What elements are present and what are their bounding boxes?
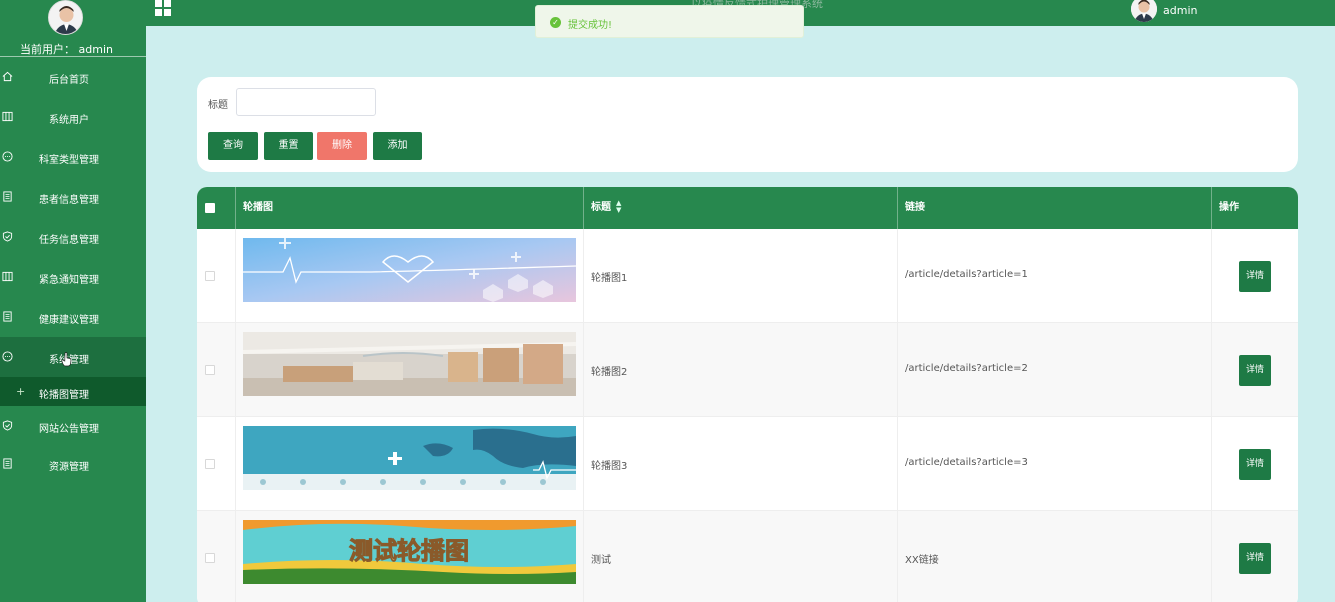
sidebar-item-label: 网站公告管理: [39, 424, 99, 435]
reset-button[interactable]: 重置: [264, 132, 313, 160]
table-row: 轮播图1 /article/details?article=1 详情: [197, 229, 1298, 323]
checkbox-cell: [197, 323, 236, 417]
row-checkbox[interactable]: [205, 553, 215, 563]
image-cell: 测试轮播图: [236, 511, 584, 602]
row-title: 轮播图2: [591, 367, 628, 378]
sidebar-item-system-management[interactable]: 系统管理: [0, 337, 146, 377]
title-cell: 轮播图1: [584, 229, 898, 323]
banner-test-text: 测试轮播图: [349, 537, 469, 565]
row-title: 测试: [591, 555, 611, 566]
link-cell: XX链接: [898, 511, 1212, 602]
sidebar-item-label: 患者信息管理: [39, 195, 99, 206]
carousel-image-test: 测试轮播图: [243, 520, 576, 584]
sidebar-item-emergency-notice[interactable]: 紧急通知管理: [0, 257, 146, 297]
sidebar-user-box: 当前用户： admin: [0, 0, 146, 57]
sidebar-item-task-info[interactable]: 任务信息管理: [0, 217, 146, 257]
detail-button[interactable]: 详情: [1239, 261, 1271, 292]
sidebar-item-label: 资源管理: [49, 462, 89, 473]
detail-button[interactable]: 详情: [1239, 543, 1271, 574]
sidebar-subitem-carousel[interactable]: + 轮播图管理: [0, 377, 146, 406]
table-header: 轮播图 标题 ▲ ▼ 链接 操作: [197, 187, 1298, 229]
sidebar-item-site-notice[interactable]: 网站公告管理: [0, 406, 146, 444]
checkbox-cell: [197, 511, 236, 602]
checkbox-cell: [197, 229, 236, 323]
carousel-image-world-map: [243, 426, 576, 490]
row-link: /article/details?article=2: [905, 363, 1028, 374]
title-cell: 轮播图2: [584, 323, 898, 417]
current-user-label: 当前用户： admin: [20, 43, 113, 56]
plus-icon: +: [16, 385, 26, 398]
sidebar-item-home[interactable]: 后台首页: [0, 57, 146, 97]
header-link: 链接: [898, 187, 1212, 229]
sidebar-item-department-types[interactable]: 科室类型管理: [0, 137, 146, 177]
top-username[interactable]: admin: [1163, 4, 1197, 17]
header-action: 操作: [1219, 202, 1239, 213]
detail-button[interactable]: 详情: [1239, 355, 1271, 386]
checkbox-cell: [197, 417, 236, 511]
carousel-table: 轮播图 标题 ▲ ▼ 链接 操作 轮播图1 /article/details?a…: [197, 187, 1298, 602]
sidebar-subitem-label: 轮播图管理: [39, 390, 89, 401]
title-filter-input[interactable]: [236, 88, 376, 116]
check-circle-icon: ✓: [550, 17, 561, 28]
sidebar-item-health-advice[interactable]: 健康建议管理: [0, 297, 146, 337]
row-link: /article/details?article=3: [905, 457, 1028, 468]
query-button[interactable]: 查询: [208, 132, 258, 160]
sidebar-item-label: 紧急通知管理: [39, 275, 99, 286]
select-all-checkbox[interactable]: [205, 203, 215, 213]
toast-message: 提交成功!: [568, 20, 613, 31]
title-cell: 轮播图3: [584, 417, 898, 511]
user-avatar[interactable]: [48, 0, 83, 35]
row-checkbox[interactable]: [205, 365, 215, 375]
sidebar: 当前用户： admin 后台首页 系统用户 科室类型管理 患者信息管理 任务信息…: [0, 0, 146, 602]
sidebar-item-label: 科室类型管理: [39, 155, 99, 166]
image-cell: [236, 417, 584, 511]
row-checkbox[interactable]: [205, 459, 215, 469]
link-cell: /article/details?article=3: [898, 417, 1212, 511]
link-cell: /article/details?article=1: [898, 229, 1212, 323]
row-title: 轮播图3: [591, 461, 628, 472]
table-row: 轮播图3 /article/details?article=3 详情: [197, 417, 1298, 511]
detail-button[interactable]: 详情: [1239, 449, 1271, 480]
carousel-image-hospital: [243, 332, 576, 396]
add-button[interactable]: 添加: [373, 132, 422, 160]
sidebar-item-patient-info[interactable]: 患者信息管理: [0, 177, 146, 217]
grid-menu-icon[interactable]: [155, 0, 171, 16]
sidebar-item-label: 后台首页: [49, 75, 89, 86]
success-toast: ✓ 提交成功!: [535, 5, 804, 38]
header-image: 轮播图: [236, 187, 584, 229]
header-select-all-cell: [197, 187, 236, 229]
header-title-label: 标题: [591, 202, 611, 213]
sort-icon[interactable]: ▲ ▼: [616, 200, 621, 214]
carousel-image-medical: [243, 238, 576, 302]
header-title[interactable]: 标题 ▲ ▼: [584, 187, 898, 229]
sidebar-item-resources[interactable]: 资源管理: [0, 444, 146, 484]
title-filter-label: 标题: [208, 100, 228, 111]
image-cell: [236, 229, 584, 323]
delete-button[interactable]: 删除: [317, 132, 367, 160]
table-row: 测试轮播图 测试 XX链接 详情: [197, 511, 1298, 602]
top-user-avatar[interactable]: [1131, 0, 1157, 22]
sidebar-item-label: 健康建议管理: [39, 315, 99, 326]
row-checkbox[interactable]: [205, 271, 215, 281]
title-cell: 测试: [584, 511, 898, 602]
table-row: 轮播图2 /article/details?article=2 详情: [197, 323, 1298, 417]
sidebar-item-label: 系统用户: [49, 115, 89, 126]
search-panel: 标题 查询 重置 删除 添加: [197, 77, 1298, 172]
sidebar-item-system-users[interactable]: 系统用户: [0, 97, 146, 137]
image-cell: [236, 323, 584, 417]
sidebar-item-label: 任务信息管理: [39, 235, 99, 246]
row-link: XX链接: [905, 555, 939, 566]
link-cell: /article/details?article=2: [898, 323, 1212, 417]
row-title: 轮播图1: [591, 273, 628, 284]
row-link: /article/details?article=1: [905, 269, 1028, 280]
mouse-cursor-icon: [61, 352, 72, 367]
